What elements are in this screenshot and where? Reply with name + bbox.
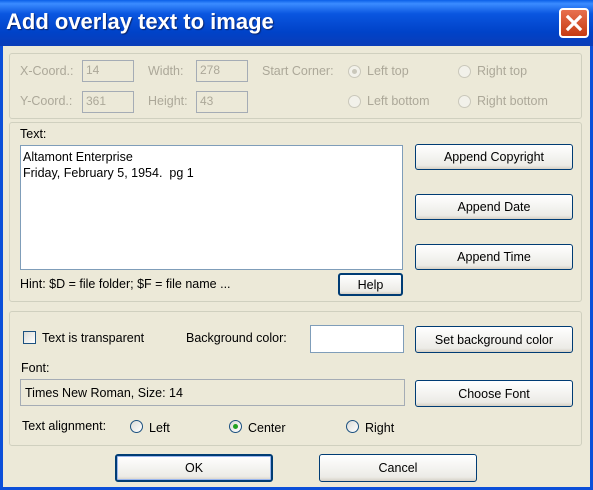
corner-right-bottom-label: Right bottom [477,94,548,108]
close-icon [565,14,583,32]
alignment-label: Text alignment: [22,419,107,433]
align-center-radio[interactable] [229,420,242,433]
set-bg-color-button[interactable]: Set background color [415,326,573,353]
cancel-button[interactable]: Cancel [319,454,477,482]
align-center-label: Center [248,421,286,435]
corner-left-bottom-radio[interactable] [348,95,361,108]
y-coord-label: Y-Coord.: [20,94,73,108]
corner-left-top-radio[interactable] [348,65,361,78]
append-date-button[interactable]: Append Date [415,194,573,220]
align-right-radio[interactable] [346,420,359,433]
corner-left-bottom-label: Left bottom [367,94,430,108]
overlay-text-area[interactable]: Altamont Enterprise Friday, February 5, … [20,145,403,270]
font-display: Times New Roman, Size: 14 [20,379,405,406]
help-button[interactable]: Help [338,273,403,296]
text-label: Text: [20,127,47,141]
height-field[interactable]: 43 [196,91,248,113]
y-coord-field[interactable]: 361 [82,91,134,113]
corner-left-top-label: Left top [367,64,409,78]
window-title: Add overlay text to image [6,9,274,34]
width-label: Width: [148,64,184,78]
choose-font-button[interactable]: Choose Font [415,380,573,407]
corner-right-top-label: Right top [477,64,528,78]
x-coord-field[interactable]: 14 [82,60,134,82]
corner-right-bottom-radio[interactable] [458,95,471,108]
font-label: Font: [21,361,50,375]
bg-color-swatch [310,325,404,353]
hint-text: Hint: $D = file folder; $F = file name .… [20,277,231,291]
close-button[interactable] [559,8,589,38]
ok-button[interactable]: OK [115,454,273,482]
corner-right-top-radio[interactable] [458,65,471,78]
height-label: Height: [148,94,188,108]
bg-color-label: Background color: [186,331,287,345]
append-copyright-button[interactable]: Append Copyright [415,144,573,170]
transparent-label: Text is transparent [42,331,145,345]
width-field[interactable]: 278 [196,60,248,82]
append-time-button[interactable]: Append Time [415,244,573,270]
align-left-label: Left [149,421,170,435]
start-corner-label: Start Corner: [262,64,334,78]
align-left-radio[interactable] [130,420,143,433]
align-right-label: Right [365,421,395,435]
window-frame-left [0,46,3,490]
transparent-checkbox[interactable] [23,331,36,344]
x-coord-label: X-Coord.: [20,64,74,78]
